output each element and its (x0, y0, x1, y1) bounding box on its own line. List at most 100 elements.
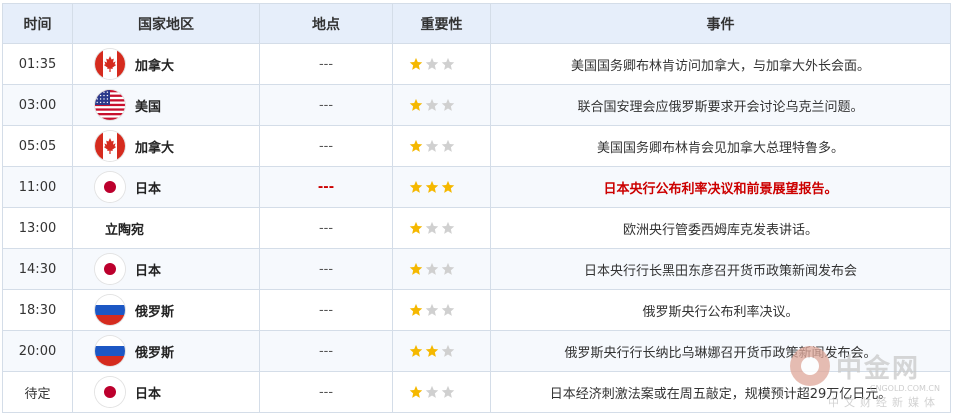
star-empty-icon (441, 98, 455, 112)
table-row: 14:30 日本 --- 日本央行行长黑田东彦召开货币政策新闻发布会 (2, 248, 951, 290)
header-importance: 重要性 (392, 3, 491, 44)
country-cell: 美国 (73, 90, 259, 120)
header-place: 地点 (259, 3, 393, 44)
star-empty-icon (425, 262, 439, 276)
star-empty-icon (425, 221, 439, 235)
row-place: --- (259, 84, 393, 126)
row-event: 俄罗斯央行公布利率决议。 (490, 289, 951, 331)
star-empty-icon (441, 385, 455, 399)
row-place: --- (259, 248, 393, 290)
star-empty-icon (425, 303, 439, 317)
country-cell: 日本 (73, 254, 259, 284)
header-event: 事件 (490, 3, 951, 44)
star-filled-icon (425, 344, 439, 358)
country-label: 加拿大 (135, 140, 175, 156)
table-row: 05:05 加拿大 --- 美国国务卿布林肯会见加拿大总理特鲁多。 (2, 125, 951, 167)
star-empty-icon (425, 385, 439, 399)
country-label: 加拿大 (135, 58, 175, 74)
table-row: 03:00 美国 --- 联合国安理会应俄罗斯要求开会讨论乌克兰问题。 (2, 84, 951, 126)
row-place: --- (259, 43, 393, 85)
importance-stars (393, 262, 490, 276)
row-country: 美国 (72, 84, 260, 126)
star-empty-icon (441, 221, 455, 235)
row-time: 20:00 (2, 330, 73, 372)
star-empty-icon (441, 139, 455, 153)
country-cell: 加拿大 (73, 49, 259, 79)
importance-stars (393, 221, 490, 235)
country-cell: 日本 (73, 172, 259, 202)
russia-flag-icon (95, 295, 125, 325)
row-country: 立陶宛 (72, 207, 260, 249)
table-header-row: 时间 国家地区 地点 重要性 事件 (2, 3, 951, 44)
country-label: 美国 (135, 99, 162, 115)
country-cell: 俄罗斯 (73, 295, 259, 325)
watermark-tagline: 中文财经新媒体 (828, 396, 940, 409)
star-filled-icon (409, 221, 423, 235)
star-filled-icon (409, 139, 423, 153)
star-filled-icon (409, 303, 423, 317)
star-filled-icon (441, 180, 455, 194)
watermark: 中金网 CNGOLD.COM.CN 中文财经新媒体 (790, 346, 940, 409)
canada-flag-icon (95, 131, 125, 161)
row-importance (392, 166, 491, 208)
row-importance (392, 84, 491, 126)
country-cell: 俄罗斯 (73, 336, 259, 366)
row-event: 日本央行行长黑田东彦召开货币政策新闻发布会 (490, 248, 951, 290)
row-time: 13:00 (2, 207, 73, 249)
star-empty-icon (425, 98, 439, 112)
row-importance (392, 330, 491, 372)
row-time: 03:00 (2, 84, 73, 126)
row-event: 美国国务卿布林肯会见加拿大总理特鲁多。 (490, 125, 951, 167)
country-label: 立陶宛 (105, 222, 145, 238)
table-row: 18:30 俄罗斯 --- 俄罗斯央行公布利率决议。 (2, 289, 951, 331)
japan-flag-icon (95, 254, 125, 284)
star-filled-icon (409, 180, 423, 194)
star-empty-icon (425, 139, 439, 153)
importance-stars (393, 385, 490, 399)
row-country: 加拿大 (72, 43, 260, 85)
star-empty-icon (425, 57, 439, 71)
japan-flag-icon (95, 377, 125, 407)
star-empty-icon (441, 344, 455, 358)
row-place: --- (259, 289, 393, 331)
row-country: 俄罗斯 (72, 289, 260, 331)
row-country: 加拿大 (72, 125, 260, 167)
row-place: --- (259, 166, 393, 208)
importance-stars (393, 180, 490, 194)
row-importance (392, 289, 491, 331)
country-cell: 日本 (73, 377, 259, 407)
canada-flag-icon (95, 49, 125, 79)
row-time: 18:30 (2, 289, 73, 331)
row-place: --- (259, 371, 393, 413)
row-time: 待定 (2, 371, 73, 413)
star-filled-icon (409, 344, 423, 358)
star-filled-icon (409, 98, 423, 112)
row-event: 日本央行公布利率决议和前景展望报告。 (490, 166, 951, 208)
row-event: 联合国安理会应俄罗斯要求开会讨论乌克兰问题。 (490, 84, 951, 126)
table-row: 11:00 日本 --- 日本央行公布利率决议和前景展望报告。 (2, 166, 951, 208)
row-event: 美国国务卿布林肯访问加拿大，与加拿大外长会面。 (490, 43, 951, 85)
importance-stars (393, 303, 490, 317)
row-importance (392, 207, 491, 249)
watermark-name: 中金网 (836, 353, 921, 384)
country-label: 日本 (135, 181, 162, 197)
country-cell: 加拿大 (73, 131, 259, 161)
row-place: --- (259, 207, 393, 249)
header-time: 时间 (2, 3, 73, 44)
header-country: 国家地区 (72, 3, 260, 44)
row-event: 欧洲央行管委西姆库克发表讲话。 (490, 207, 951, 249)
country-cell: 立陶宛 (73, 219, 259, 238)
importance-stars (393, 57, 490, 71)
row-country: 日本 (72, 248, 260, 290)
table-row: 01:35 加拿大 --- 美国国务卿布林肯访问加拿大，与加拿大外长会面。 (2, 43, 951, 85)
row-importance (392, 125, 491, 167)
star-empty-icon (441, 57, 455, 71)
country-label: 日本 (135, 263, 162, 279)
row-time: 11:00 (2, 166, 73, 208)
japan-flag-icon (95, 172, 125, 202)
row-place: --- (259, 330, 393, 372)
star-filled-icon (425, 180, 439, 194)
row-importance (392, 248, 491, 290)
importance-stars (393, 98, 490, 112)
star-filled-icon (409, 57, 423, 71)
